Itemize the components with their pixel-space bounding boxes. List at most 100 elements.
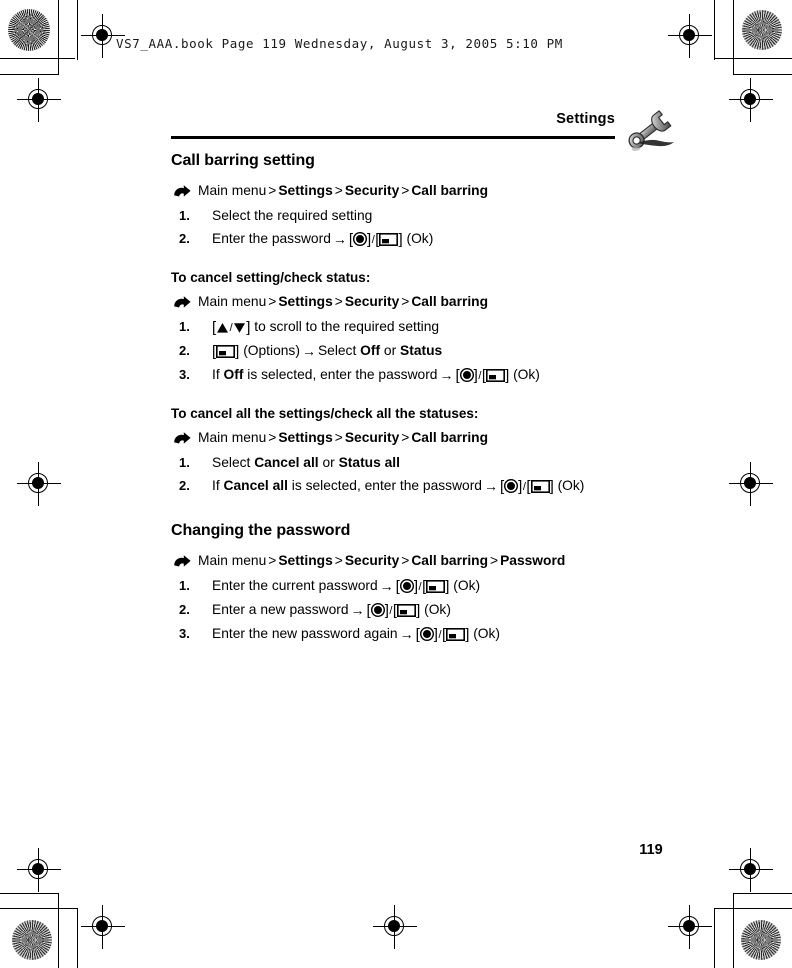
- list-item: 1. Select Cancel all or Status all: [171, 452, 691, 474]
- list-item: 2. Enter a new password →[]/[] (Ok): [171, 599, 691, 622]
- step-list: 1. Select the required setting 2. Enter th…: [171, 205, 691, 251]
- menu-option-off[interactable]: Off: [224, 367, 244, 382]
- step-number: 1.: [179, 319, 190, 334]
- page-content: Call barring setting Main menu > Settings >…: [171, 146, 691, 647]
- arrow-bullet-icon: [172, 430, 192, 447]
- step-list: 1.[/] to scroll to the required setting …: [171, 316, 691, 387]
- arrow-bullet-icon: [172, 183, 192, 200]
- step-number: 1.: [179, 578, 190, 593]
- center-key-icon[interactable]: [504, 478, 519, 494]
- step-text: Select: [212, 455, 251, 470]
- nav-settings[interactable]: Settings: [278, 553, 332, 568]
- up-key-icon[interactable]: [216, 322, 229, 334]
- center-key-icon[interactable]: [353, 231, 368, 247]
- conjunction-or: or: [383, 343, 397, 358]
- nav-separator: >: [334, 183, 343, 198]
- step-number: 2.: [179, 343, 190, 358]
- left-soft-key-icon[interactable]: [446, 628, 466, 641]
- step-number: 3.: [179, 367, 190, 382]
- center-key-icon[interactable]: [370, 602, 385, 618]
- nav-separator: >: [401, 553, 410, 568]
- bracket-close: ]: [398, 231, 403, 248]
- list-item: 1. Select the required setting: [171, 205, 691, 227]
- step-text: to scroll to the required setting: [254, 319, 440, 334]
- nav-separator: >: [268, 430, 277, 445]
- list-item: 3. If Off is selected, enter the password…: [171, 364, 691, 387]
- nav-separator: >: [268, 183, 277, 198]
- then-arrow-icon: →: [439, 367, 454, 383]
- menu-option-status[interactable]: Status: [400, 343, 442, 358]
- arrow-bullet-icon: [172, 553, 192, 570]
- nav-main-menu[interactable]: Main menu: [198, 430, 266, 445]
- key-caption-ok: (Ok): [453, 578, 481, 593]
- list-item: 2. If Cancel all is selected, enter the p…: [171, 475, 691, 498]
- menu-option-off[interactable]: Off: [360, 343, 380, 358]
- step-text: Select: [317, 343, 357, 358]
- nav-separator: >: [268, 553, 277, 568]
- nav-main-menu[interactable]: Main menu: [198, 294, 266, 309]
- subheading-cancel-all-settings: To cancel all the settings/check all the…: [171, 406, 479, 421]
- menu-option-status-all[interactable]: Status all: [339, 455, 400, 470]
- step-text: Enter the current password: [212, 578, 378, 593]
- navigation-path: Main menu > Settings > Security > Call barring: [171, 292, 691, 312]
- nav-main-menu[interactable]: Main menu: [198, 183, 266, 198]
- page-number: 119: [639, 842, 663, 858]
- nav-call-barring[interactable]: Call barring: [411, 553, 488, 568]
- step-text: Select the required setting: [212, 208, 373, 223]
- center-key-icon[interactable]: [459, 367, 474, 383]
- key-caption-ok: (Ok): [406, 231, 434, 246]
- nav-separator: >: [334, 294, 343, 309]
- nav-security[interactable]: Security: [345, 183, 399, 198]
- step-number: 2.: [179, 602, 190, 617]
- key-caption-ok: (Ok): [424, 602, 451, 617]
- step-number: 1.: [179, 208, 190, 223]
- left-soft-key-icon[interactable]: [426, 580, 446, 593]
- left-soft-key-icon[interactable]: [397, 604, 417, 617]
- list-item: 1.[/] to scroll to the required setting: [171, 316, 691, 339]
- left-soft-key-icon[interactable]: [379, 233, 399, 246]
- nav-call-barring[interactable]: Call barring: [411, 183, 488, 198]
- key-caption-ok: (Ok): [513, 367, 540, 382]
- center-key-icon[interactable]: [399, 578, 414, 594]
- nav-password[interactable]: Password: [500, 553, 565, 568]
- nav-separator: >: [490, 553, 499, 568]
- navigation-path: Main menu > Settings > Security > Call barring…: [171, 551, 691, 571]
- key-caption-options: (Options): [243, 343, 300, 358]
- list-item: 2. Enter the password →[]/[] (Ok): [171, 228, 691, 251]
- nav-separator: >: [334, 430, 343, 445]
- menu-option-cancel-all[interactable]: Cancel all: [254, 455, 318, 470]
- section-title-call-barring-setting: Call barring setting: [171, 152, 315, 169]
- nav-security[interactable]: Security: [345, 553, 399, 568]
- nav-call-barring[interactable]: Call barring: [411, 294, 488, 309]
- nav-settings[interactable]: Settings: [278, 183, 332, 198]
- bracket-close: ]: [246, 319, 251, 336]
- left-soft-key-icon[interactable]: [530, 480, 550, 493]
- nav-call-barring[interactable]: Call barring: [411, 430, 488, 445]
- conditional-if: If: [212, 478, 220, 493]
- center-key-icon[interactable]: [419, 626, 434, 642]
- conjunction-or: or: [322, 455, 335, 470]
- nav-main-menu[interactable]: Main menu: [198, 553, 266, 568]
- nav-security[interactable]: Security: [345, 430, 399, 445]
- bracket-close: ]: [445, 578, 450, 595]
- then-arrow-icon: →: [379, 578, 394, 594]
- header-rule: [171, 136, 615, 139]
- nav-separator: >: [334, 553, 343, 568]
- left-soft-key-icon[interactable]: [216, 345, 236, 358]
- menu-option-cancel-all[interactable]: Cancel all: [224, 478, 288, 493]
- step-text: Enter the password: [212, 231, 331, 246]
- step-text: Enter the new password again: [212, 626, 398, 641]
- nav-settings[interactable]: Settings: [278, 430, 332, 445]
- subheading-cancel-setting-check-status: To cancel setting/check status:: [171, 270, 371, 285]
- left-soft-key-icon[interactable]: [486, 369, 506, 382]
- nav-security[interactable]: Security: [345, 294, 399, 309]
- nav-settings[interactable]: Settings: [278, 294, 332, 309]
- bracket-close: ]: [505, 367, 510, 384]
- down-key-icon[interactable]: [233, 322, 246, 334]
- then-arrow-icon: →: [350, 602, 365, 618]
- key-caption-ok: (Ok): [473, 626, 501, 641]
- page-body: Settings Call barring setting Main menu …: [0, 0, 792, 968]
- bracket-close: ]: [235, 343, 240, 360]
- list-item: 1. Enter the current password →[]/[] (Ok): [171, 575, 691, 598]
- nav-separator: >: [401, 183, 410, 198]
